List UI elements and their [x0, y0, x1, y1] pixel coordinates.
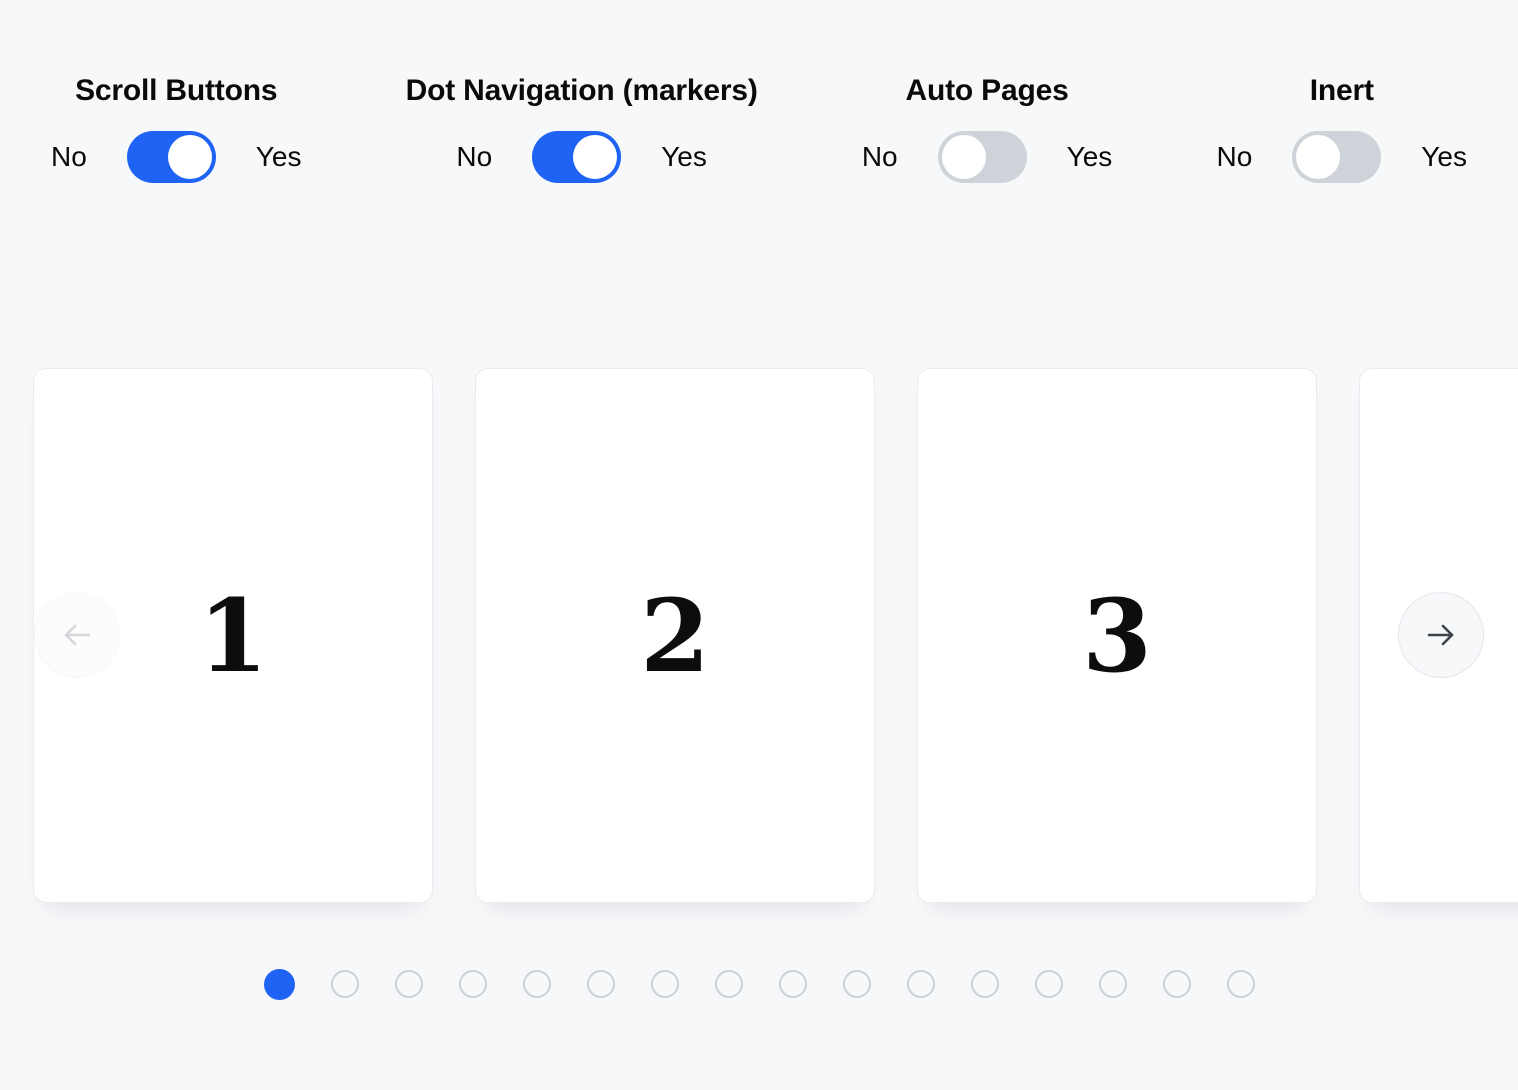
toggle-yes-label: Yes — [1067, 141, 1113, 173]
toggle-knob — [168, 135, 212, 179]
slide-number: 3 — [1082, 586, 1152, 686]
control-title: Auto Pages — [906, 74, 1069, 108]
dot-navigation — [0, 966, 1518, 1002]
toggle-no-label: No — [1216, 141, 1252, 173]
toggle-row: No Yes — [456, 131, 706, 183]
carousel-track: 1 2 3 4 — [33, 368, 1518, 903]
control-title: Scroll Buttons — [75, 74, 277, 108]
dot-marker-8[interactable] — [715, 970, 743, 998]
control-group-dot-navigation: Dot Navigation (markers) No Yes — [406, 74, 758, 183]
toggle-knob — [1296, 135, 1340, 179]
dot-marker-13[interactable] — [1035, 970, 1063, 998]
toggle-row: No Yes — [51, 131, 301, 183]
toggle-knob — [573, 135, 617, 179]
controls-bar: Scroll Buttons No Yes Dot Navigation (ma… — [0, 74, 1518, 183]
dot-marker-3[interactable] — [395, 970, 423, 998]
toggle-yes-label: Yes — [256, 141, 302, 173]
dot-marker-4[interactable] — [459, 970, 487, 998]
dot-marker-6[interactable] — [587, 970, 615, 998]
toggle-no-label: No — [862, 141, 898, 173]
dot-marker-1[interactable] — [264, 969, 295, 1000]
dot-marker-11[interactable] — [907, 970, 935, 998]
slide-number: 2 — [640, 586, 710, 686]
control-title: Dot Navigation (markers) — [406, 74, 758, 108]
toggle-yes-label: Yes — [661, 141, 707, 173]
arrow-left-icon — [58, 616, 96, 654]
control-group-inert: Inert No Yes — [1216, 74, 1466, 183]
dot-marker-9[interactable] — [779, 970, 807, 998]
toggle-dot-navigation[interactable] — [532, 131, 621, 183]
toggle-yes-label: Yes — [1421, 141, 1467, 173]
control-title: Inert — [1310, 74, 1374, 108]
toggle-knob — [942, 135, 986, 179]
toggle-row: No Yes — [862, 131, 1112, 183]
dot-marker-15[interactable] — [1163, 970, 1191, 998]
dot-marker-14[interactable] — [1099, 970, 1127, 998]
toggle-no-label: No — [51, 141, 87, 173]
toggle-row: No Yes — [1216, 131, 1466, 183]
toggle-no-label: No — [456, 141, 492, 173]
carousel-slide-2[interactable]: 2 — [475, 368, 875, 903]
carousel-slide-3[interactable]: 3 — [917, 368, 1317, 903]
dot-marker-10[interactable] — [843, 970, 871, 998]
control-group-auto-pages: Auto Pages No Yes — [862, 74, 1112, 183]
control-group-scroll-buttons: Scroll Buttons No Yes — [51, 74, 301, 183]
carousel-prev-button[interactable] — [34, 592, 120, 678]
slide-number: 1 — [198, 586, 268, 686]
dot-marker-2[interactable] — [331, 970, 359, 998]
arrow-right-icon — [1422, 616, 1460, 654]
dot-marker-5[interactable] — [523, 970, 551, 998]
toggle-inert[interactable] — [1292, 131, 1381, 183]
toggle-auto-pages[interactable] — [938, 131, 1027, 183]
toggle-scroll-buttons[interactable] — [127, 131, 216, 183]
dot-marker-12[interactable] — [971, 970, 999, 998]
dot-marker-7[interactable] — [651, 970, 679, 998]
carousel-next-button[interactable] — [1398, 592, 1484, 678]
dot-marker-16[interactable] — [1227, 970, 1255, 998]
